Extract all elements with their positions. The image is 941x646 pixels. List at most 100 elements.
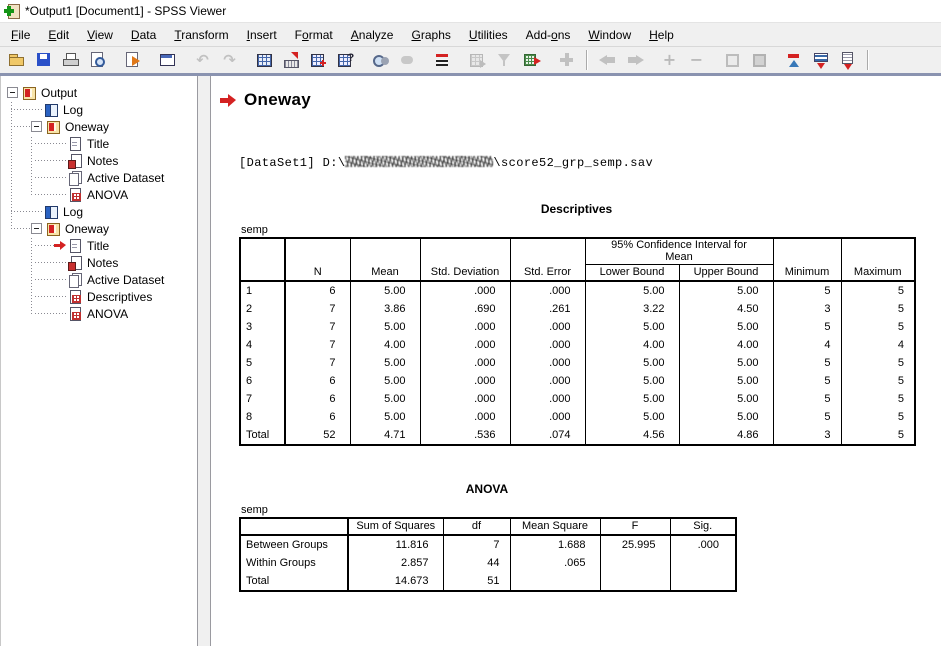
ci-header: 95% Confidence Interval for Mean: [585, 238, 773, 265]
dataset-path-suffix: \score52_grp_semp.sav: [493, 156, 653, 170]
goto-case-button[interactable]: [279, 48, 304, 73]
descriptives-table[interactable]: NMeanStd. DeviationStd. Error95% Confide…: [239, 237, 941, 446]
hide-outline-button[interactable]: [746, 48, 771, 73]
menu-view[interactable]: View: [78, 25, 122, 45]
menu-insert[interactable]: Insert: [238, 25, 286, 45]
arrow-left-icon: [599, 51, 617, 69]
menu-add-ons[interactable]: Add-ons: [517, 25, 580, 45]
output-content: Oneway [DataSet1] D:\ \score52_grp_semp.s…: [211, 76, 941, 646]
tree-item-log[interactable]: Log: [1, 203, 197, 220]
export-icon: [124, 51, 142, 69]
heading-icon: [785, 51, 803, 69]
recall-dialogs-button[interactable]: [155, 48, 180, 73]
menu-data[interactable]: Data: [122, 25, 165, 45]
table-icon: [68, 307, 83, 321]
panel-splitter[interactable]: [197, 76, 211, 646]
table-red-arrow-icon: [523, 51, 541, 69]
print-button[interactable]: [58, 48, 83, 73]
dataset-icon: [68, 171, 83, 185]
expand-outline-button[interactable]: [657, 48, 682, 73]
output-icon: [22, 86, 37, 100]
folder-icon: [8, 51, 26, 69]
menu-window[interactable]: Window: [579, 25, 640, 45]
output-icon: [46, 120, 61, 134]
preview-icon: [89, 51, 107, 69]
blob-icon: [399, 51, 417, 69]
undo-icon: [194, 51, 212, 69]
output-heading-oneway[interactable]: Oneway: [220, 90, 941, 110]
menu-graphs[interactable]: Graphs: [402, 25, 459, 45]
title-bar: *Output1 [Document1] - SPSS Viewer: [0, 0, 941, 23]
grid-icon: [256, 51, 274, 69]
collapse-outline-button[interactable]: [684, 48, 709, 73]
anova-row-total: Total14.67351: [240, 572, 736, 591]
descriptives-row-6: 665.00.000.0005.005.0055: [240, 372, 915, 390]
main-area: OutputLogOnewayTitleNotesActive DatasetA…: [0, 76, 941, 646]
insert-text-button[interactable]: [835, 48, 860, 73]
descriptives-row-8: 865.00.000.0005.005.0055: [240, 408, 915, 426]
tree-item-oneway[interactable]: Oneway: [1, 118, 197, 135]
tree-item-oneway[interactable]: Oneway: [1, 220, 197, 237]
notes-icon: [68, 154, 83, 168]
promote-outline-button[interactable]: [595, 48, 620, 73]
export-output-button[interactable]: [120, 48, 145, 73]
save-button[interactable]: [31, 48, 56, 73]
output-icon: [46, 222, 61, 236]
dialog-icon: [159, 51, 177, 69]
menu-bar: FileEditViewDataTransformInsertFormatAna…: [0, 23, 941, 47]
menu-format[interactable]: Format: [286, 25, 342, 45]
title-icon: [68, 239, 83, 253]
collapse-expander-icon[interactable]: [31, 121, 42, 132]
goto-variable-button[interactable]: [306, 48, 331, 73]
descriptives-row-1: 165.00.000.0005.005.0055: [240, 281, 915, 300]
printer-icon: [62, 51, 80, 69]
table-arrow-icon: [310, 51, 328, 69]
find-button[interactable]: [368, 48, 393, 73]
weight-cases-button[interactable]: [492, 48, 517, 73]
split-file-button[interactable]: [519, 48, 544, 73]
tree-item-output[interactable]: Output: [1, 84, 197, 101]
dataset-log-line[interactable]: [DataSet1] D:\ \score52_grp_semp.sav: [239, 156, 941, 170]
window-title: *Output1 [Document1] - SPSS Viewer: [25, 4, 226, 18]
use-variable-sets-button[interactable]: [430, 48, 455, 73]
plus-cross-icon: [558, 51, 576, 69]
tree-item-log[interactable]: Log: [1, 101, 197, 118]
print-preview-button[interactable]: [85, 48, 110, 73]
anova-title: ANOVA: [239, 482, 735, 496]
goto-data-button[interactable]: [252, 48, 277, 73]
table-icon: [68, 188, 83, 202]
insert-title-button[interactable]: [808, 48, 833, 73]
open-button[interactable]: [4, 48, 29, 73]
table-icon: [68, 290, 83, 304]
descriptives-row-7: 765.00.000.0005.005.0055: [240, 390, 915, 408]
find-next-button[interactable]: [395, 48, 420, 73]
anova-table[interactable]: Sum of SquaresdfMean SquareFSig.Between …: [239, 517, 941, 592]
square-dark-icon: [750, 51, 768, 69]
demote-outline-button[interactable]: [622, 48, 647, 73]
show-outline-button[interactable]: [719, 48, 744, 73]
collapse-expander-icon[interactable]: [31, 223, 42, 234]
select-cases-button[interactable]: [465, 48, 490, 73]
designate-window-button[interactable]: [554, 48, 579, 73]
arrow-right-icon: [626, 51, 644, 69]
variables-button[interactable]: [333, 48, 358, 73]
menu-utilities[interactable]: Utilities: [460, 25, 517, 45]
menu-transform[interactable]: Transform: [165, 25, 237, 45]
toolbar: [0, 47, 941, 76]
menu-edit[interactable]: Edit: [39, 25, 78, 45]
menu-file[interactable]: File: [2, 25, 39, 45]
square-light-icon: [723, 51, 741, 69]
kbd-arrow-icon: [283, 51, 301, 69]
spss-app-icon: [4, 3, 20, 19]
insert-heading-button[interactable]: [781, 48, 806, 73]
dataset-path-prefix: [DataSet1] D:\: [239, 156, 345, 170]
menu-help[interactable]: Help: [640, 25, 683, 45]
collapse-expander-icon[interactable]: [7, 87, 18, 98]
undo-button[interactable]: [190, 48, 215, 73]
descriptives-row-4: 474.00.000.0004.004.0044: [240, 336, 915, 354]
menu-analyze[interactable]: Analyze: [342, 25, 403, 45]
title-arrow-icon: [812, 51, 830, 69]
page-title: Oneway: [244, 90, 311, 110]
redo-button[interactable]: [217, 48, 242, 73]
anova-caption: semp: [241, 504, 941, 516]
